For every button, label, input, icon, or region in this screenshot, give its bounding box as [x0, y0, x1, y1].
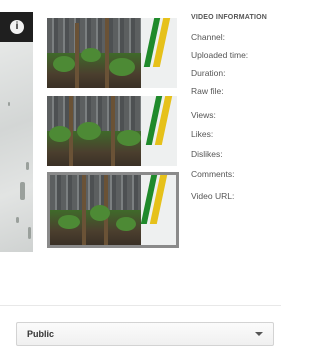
thumbnail-option-1[interactable] [47, 18, 177, 88]
dislikes-label: Dislikes: [191, 149, 223, 159]
uploaded-time-label: Uploaded time: [191, 50, 249, 60]
preview-toolbar: i [0, 12, 33, 42]
preview-frame [0, 42, 33, 252]
privacy-dropdown[interactable]: Public [16, 322, 274, 346]
views-label: Views: [191, 110, 216, 120]
thumbnail-option-3-selected[interactable] [47, 172, 179, 248]
channel-label: Channel: [191, 32, 226, 42]
video-url-label: Video URL: [191, 191, 235, 201]
duration-label: Duration: [191, 68, 226, 78]
privacy-selected-value: Public [27, 329, 55, 339]
info-icon[interactable]: i [10, 20, 24, 34]
likes-label: Likes: [191, 129, 214, 139]
raw-file-label: Raw file: [191, 86, 224, 96]
section-divider [0, 305, 281, 306]
thumbnail-option-2[interactable] [47, 96, 177, 166]
video-preview[interactable]: i [0, 12, 33, 252]
video-information-panel: VIDEO INFORMATION Channel: Uploaded time… [191, 14, 281, 201]
video-information-heading: VIDEO INFORMATION [191, 14, 267, 21]
chevron-down-icon [255, 332, 263, 336]
comments-label: Comments: [191, 169, 235, 179]
